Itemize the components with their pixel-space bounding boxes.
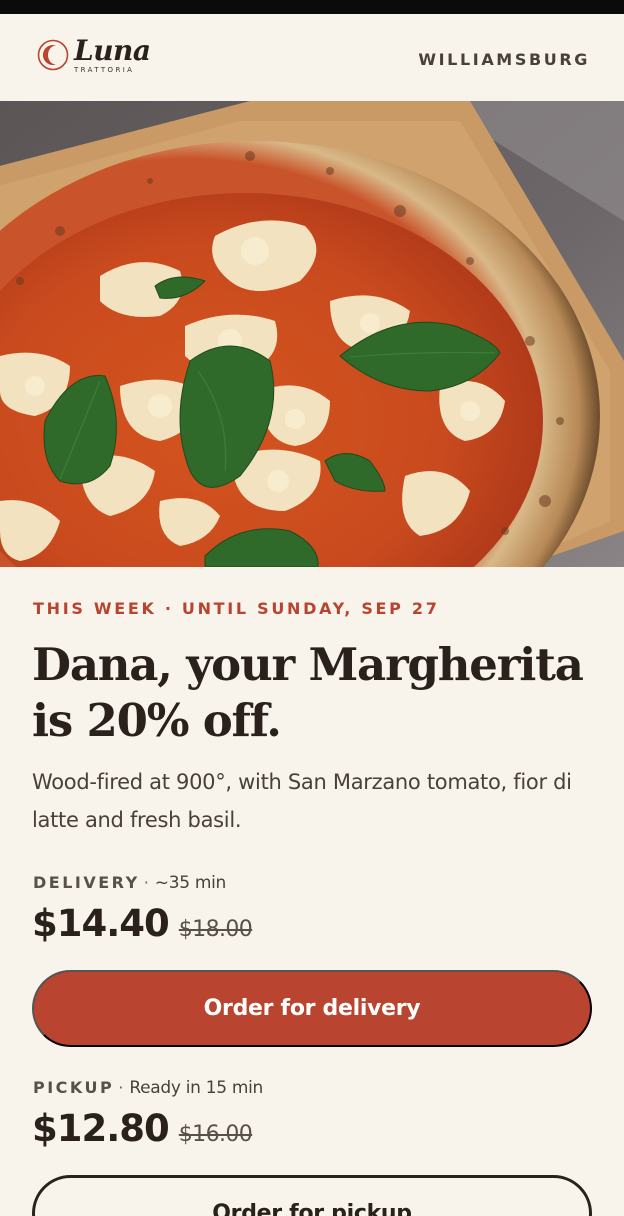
margherita-pizza-photo xyxy=(0,101,624,567)
promo-description: Wood-fired at 900°, with San Marzano tom… xyxy=(32,770,572,832)
delivery-old-price: $18.00 xyxy=(178,917,253,942)
delivery-label: DELIVERY · ~35 min xyxy=(33,873,226,893)
delivery-eta: ~35 min xyxy=(154,873,227,893)
delivery-kind: DELIVERY xyxy=(33,873,140,892)
brand-tagline: TRATTORIA xyxy=(74,66,135,74)
order-pickup-button[interactable]: Order for pickup xyxy=(32,1175,592,1216)
promo-headline: Dana, your Margherita is 20% off. xyxy=(32,638,584,747)
location-label: WILLIAMSBURG xyxy=(418,50,590,69)
status-bar xyxy=(0,0,624,14)
pickup-price-row: $12.80 $16.00 xyxy=(32,1107,253,1150)
delivery-separator: · xyxy=(143,873,149,892)
pickup-kind: PICKUP xyxy=(33,1078,115,1097)
crescent-moon-icon xyxy=(37,39,69,71)
hero-image xyxy=(0,101,624,567)
pickup-old-price: $16.00 xyxy=(178,1122,253,1147)
pickup-eta: Ready in 15 min xyxy=(129,1078,264,1098)
header: Luna TRATTORIA WILLIAMSBURG xyxy=(0,14,624,101)
promo-eyebrow: THIS WEEK · UNTIL SUNDAY, SEP 27 xyxy=(33,599,440,618)
order-delivery-button[interactable]: Order for delivery xyxy=(32,970,592,1047)
brand-name: Luna xyxy=(74,34,151,67)
promo-content: THIS WEEK · UNTIL SUNDAY, SEP 27 Dana, y… xyxy=(0,567,624,1216)
delivery-price-row: $14.40 $18.00 xyxy=(32,902,253,945)
delivery-price: $14.40 xyxy=(32,902,170,945)
pickup-price: $12.80 xyxy=(32,1107,170,1150)
brand-logo[interactable]: Luna TRATTORIA xyxy=(36,34,156,80)
pickup-separator: · xyxy=(118,1078,124,1097)
pickup-label: PICKUP · Ready in 15 min xyxy=(33,1078,263,1098)
